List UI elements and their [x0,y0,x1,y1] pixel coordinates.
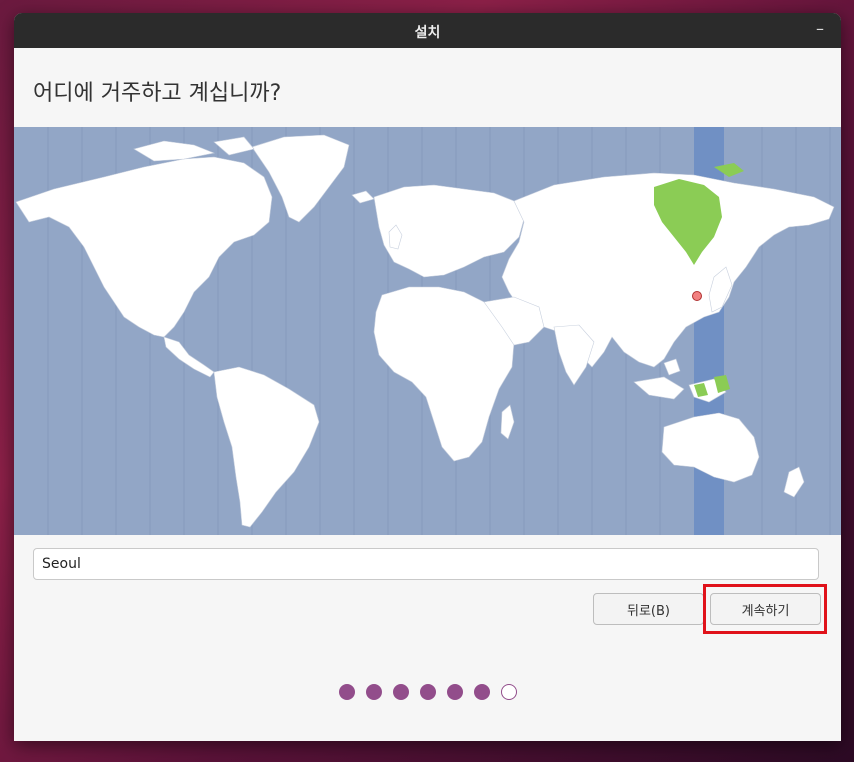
title-bar[interactable]: 설치 – [14,13,841,48]
timezone-map[interactable] [14,127,841,535]
page-title: 어디에 거주하고 계십니까? [33,81,282,106]
progress-dot [338,684,355,700]
back-button[interactable]: 뒤로(B) [593,593,704,625]
location-pin-icon[interactable] [692,291,702,301]
world-map-graphic [15,127,835,535]
window-title: 설치 [414,25,441,41]
minimize-icon[interactable]: – [809,19,831,41]
progress-dots [14,684,841,700]
progress-dot [419,684,436,700]
progress-dot-current [500,684,517,700]
progress-dot [392,684,409,700]
continue-button[interactable]: 계속하기 [710,593,821,625]
progress-dot [446,684,463,700]
progress-dot [473,684,490,700]
installer-window: 설치 – 어디에 거주하고 계십니까? Seoul 뒤로(B) 계속하기 [14,13,841,741]
progress-dot [365,684,382,700]
location-search-input[interactable] [33,548,819,580]
